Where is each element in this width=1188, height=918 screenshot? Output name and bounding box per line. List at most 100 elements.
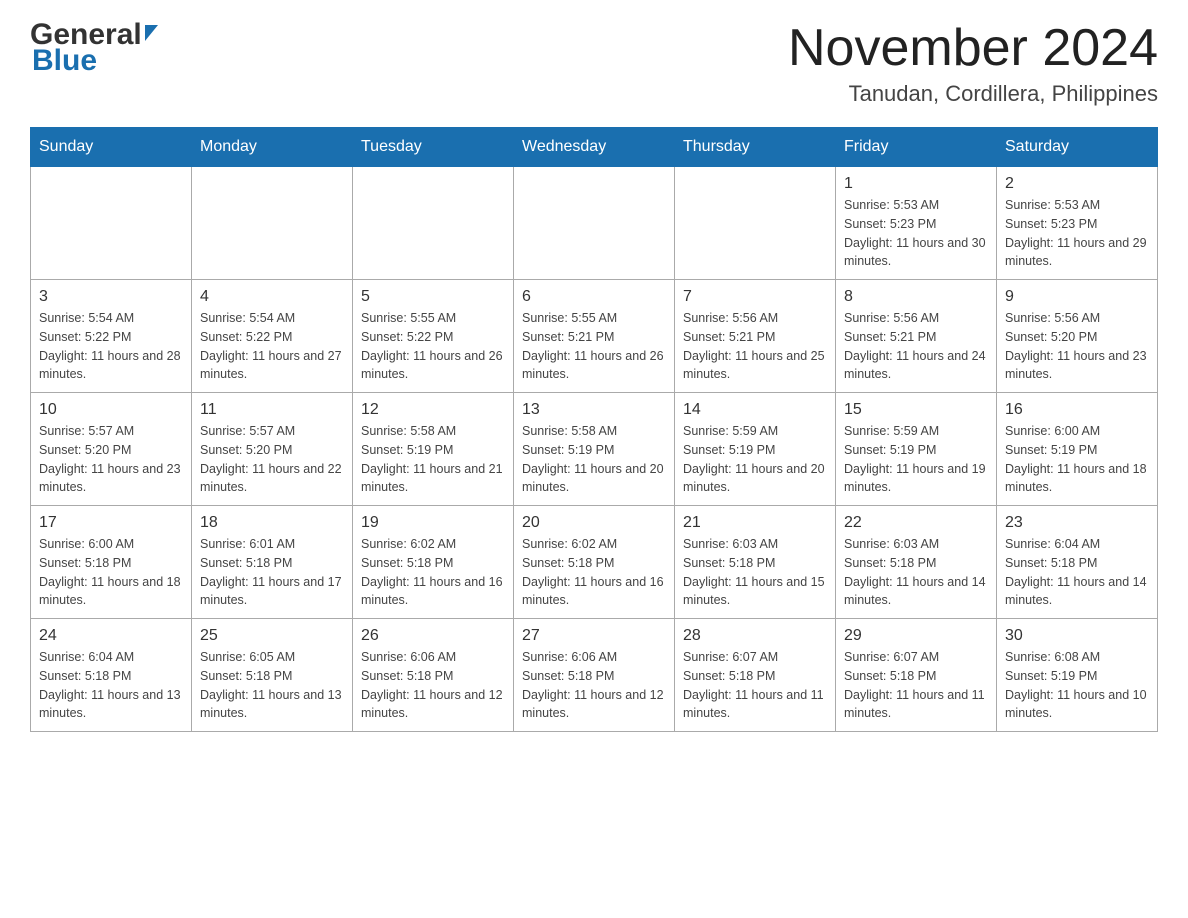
calendar-table: SundayMondayTuesdayWednesdayThursdayFrid… [30, 127, 1158, 732]
calendar-cell [31, 167, 192, 280]
day-info: Sunrise: 5:53 AMSunset: 5:23 PMDaylight:… [844, 196, 988, 271]
day-info: Sunrise: 6:00 AMSunset: 5:19 PMDaylight:… [1005, 422, 1149, 497]
logo-blue-text: Blue [32, 44, 97, 78]
day-info: Sunrise: 5:57 AMSunset: 5:20 PMDaylight:… [200, 422, 344, 497]
day-info: Sunrise: 5:58 AMSunset: 5:19 PMDaylight:… [522, 422, 666, 497]
page-header: General Blue November 2024 Tanudan, Cord… [30, 20, 1158, 107]
calendar-cell: 27 Sunrise: 6:06 AMSunset: 5:18 PMDayligh… [514, 619, 675, 732]
day-number: 26 [361, 627, 505, 645]
day-number: 10 [39, 401, 183, 419]
day-number: 6 [522, 288, 666, 306]
day-info: Sunrise: 5:54 AMSunset: 5:22 PMDaylight:… [200, 309, 344, 384]
calendar-cell: 8 Sunrise: 5:56 AMSunset: 5:21 PMDaylight… [836, 280, 997, 393]
calendar-cell: 18Sunrise: 6:01 AMSunset: 5:18 PMDayligh… [192, 506, 353, 619]
week-row-2: 3 Sunrise: 5:54 AMSunset: 5:22 PMDaylight… [31, 280, 1158, 393]
day-number: 2 [1005, 175, 1149, 193]
day-info: Sunrise: 5:53 AMSunset: 5:23 PMDaylight:… [1005, 196, 1149, 271]
day-number: 19 [361, 514, 505, 532]
day-info: Sunrise: 6:06 AMSunset: 5:18 PMDaylight:… [522, 648, 666, 723]
calendar-cell: 14 Sunrise: 5:59 AMSunset: 5:19 PMDayligh… [675, 393, 836, 506]
calendar-cell: 11 Sunrise: 5:57 AMSunset: 5:20 PMDayligh… [192, 393, 353, 506]
calendar-header-row: SundayMondayTuesdayWednesdayThursdayFrid… [31, 128, 1158, 167]
location-title: Tanudan, Cordillera, Philippines [788, 81, 1158, 107]
calendar-cell [675, 167, 836, 280]
calendar-cell: 20 Sunrise: 6:02 AMSunset: 5:18 PMDayligh… [514, 506, 675, 619]
week-row-1: 1 Sunrise: 5:53 AMSunset: 5:23 PMDaylight… [31, 167, 1158, 280]
day-info: Sunrise: 6:07 AMSunset: 5:18 PMDaylight:… [683, 648, 827, 723]
day-number: 4 [200, 288, 344, 306]
calendar-cell: 12 Sunrise: 5:58 AMSunset: 5:19 PMDayligh… [353, 393, 514, 506]
calendar-header-wednesday: Wednesday [514, 128, 675, 167]
calendar-header-saturday: Saturday [997, 128, 1158, 167]
calendar-cell: 26 Sunrise: 6:06 AMSunset: 5:18 PMDayligh… [353, 619, 514, 732]
day-info: Sunrise: 6:05 AMSunset: 5:18 PMDaylight:… [200, 648, 344, 723]
title-block: November 2024 Tanudan, Cordillera, Phili… [788, 20, 1158, 107]
day-number: 28 [683, 627, 827, 645]
day-number: 16 [1005, 401, 1149, 419]
day-number: 18 [200, 514, 344, 532]
calendar-header-monday: Monday [192, 128, 353, 167]
day-number: 23 [1005, 514, 1149, 532]
day-number: 29 [844, 627, 988, 645]
week-row-4: 17 Sunrise: 6:00 AMSunset: 5:18 PMDayligh… [31, 506, 1158, 619]
day-info: Sunrise: 6:02 AMSunset: 5:18 PMDaylight:… [361, 535, 505, 610]
calendar-cell: 6 Sunrise: 5:55 AMSunset: 5:21 PMDaylight… [514, 280, 675, 393]
day-number: 1 [844, 175, 988, 193]
day-info: Sunrise: 5:57 AMSunset: 5:20 PMDaylight:… [39, 422, 183, 497]
day-number: 12 [361, 401, 505, 419]
week-row-3: 10 Sunrise: 5:57 AMSunset: 5:20 PMDayligh… [31, 393, 1158, 506]
calendar-cell [514, 167, 675, 280]
day-info: Sunrise: 6:00 AMSunset: 5:18 PMDaylight:… [39, 535, 183, 610]
calendar-cell: 9Sunrise: 5:56 AMSunset: 5:20 PMDaylight… [997, 280, 1158, 393]
day-info: Sunrise: 5:58 AMSunset: 5:19 PMDaylight:… [361, 422, 505, 497]
day-info: Sunrise: 6:03 AMSunset: 5:18 PMDaylight:… [683, 535, 827, 610]
calendar-cell: 21 Sunrise: 6:03 AMSunset: 5:18 PMDayligh… [675, 506, 836, 619]
day-info: Sunrise: 5:56 AMSunset: 5:21 PMDaylight:… [844, 309, 988, 384]
day-info: Sunrise: 5:54 AMSunset: 5:22 PMDaylight:… [39, 309, 183, 384]
day-number: 17 [39, 514, 183, 532]
day-number: 13 [522, 401, 666, 419]
calendar-cell: 22 Sunrise: 6:03 AMSunset: 5:18 PMDayligh… [836, 506, 997, 619]
day-info: Sunrise: 6:08 AMSunset: 5:19 PMDaylight:… [1005, 648, 1149, 723]
day-info: Sunrise: 5:55 AMSunset: 5:22 PMDaylight:… [361, 309, 505, 384]
calendar-cell: 17 Sunrise: 6:00 AMSunset: 5:18 PMDayligh… [31, 506, 192, 619]
calendar-cell: 5Sunrise: 5:55 AMSunset: 5:22 PMDaylight… [353, 280, 514, 393]
day-number: 21 [683, 514, 827, 532]
week-row-5: 24Sunrise: 6:04 AMSunset: 5:18 PMDayligh… [31, 619, 1158, 732]
day-info: Sunrise: 6:03 AMSunset: 5:18 PMDaylight:… [844, 535, 988, 610]
day-info: Sunrise: 6:06 AMSunset: 5:18 PMDaylight:… [361, 648, 505, 723]
day-info: Sunrise: 6:07 AMSunset: 5:18 PMDaylight:… [844, 648, 988, 723]
calendar-cell: 19 Sunrise: 6:02 AMSunset: 5:18 PMDayligh… [353, 506, 514, 619]
day-info: Sunrise: 6:04 AMSunset: 5:18 PMDaylight:… [39, 648, 183, 723]
day-number: 30 [1005, 627, 1149, 645]
calendar-cell: 24Sunrise: 6:04 AMSunset: 5:18 PMDayligh… [31, 619, 192, 732]
calendar-cell: 2 Sunrise: 5:53 AMSunset: 5:23 PMDaylight… [997, 167, 1158, 280]
day-number: 3 [39, 288, 183, 306]
day-number: 14 [683, 401, 827, 419]
calendar-header-thursday: Thursday [675, 128, 836, 167]
calendar-cell: 3 Sunrise: 5:54 AMSunset: 5:22 PMDaylight… [31, 280, 192, 393]
calendar-header-friday: Friday [836, 128, 997, 167]
day-number: 27 [522, 627, 666, 645]
day-number: 22 [844, 514, 988, 532]
calendar-cell: 10 Sunrise: 5:57 AMSunset: 5:20 PMDayligh… [31, 393, 192, 506]
day-info: Sunrise: 6:02 AMSunset: 5:18 PMDaylight:… [522, 535, 666, 610]
calendar-cell: 30 Sunrise: 6:08 AMSunset: 5:19 PMDayligh… [997, 619, 1158, 732]
day-number: 25 [200, 627, 344, 645]
calendar-header-sunday: Sunday [31, 128, 192, 167]
calendar-cell: 28 Sunrise: 6:07 AMSunset: 5:18 PMDayligh… [675, 619, 836, 732]
day-info: Sunrise: 5:59 AMSunset: 5:19 PMDaylight:… [844, 422, 988, 497]
day-info: Sunrise: 5:59 AMSunset: 5:19 PMDaylight:… [683, 422, 827, 497]
calendar-cell: 7Sunrise: 5:56 AMSunset: 5:21 PMDaylight… [675, 280, 836, 393]
day-info: Sunrise: 6:04 AMSunset: 5:18 PMDaylight:… [1005, 535, 1149, 610]
calendar-cell: 1 Sunrise: 5:53 AMSunset: 5:23 PMDaylight… [836, 167, 997, 280]
day-number: 8 [844, 288, 988, 306]
month-title: November 2024 [788, 20, 1158, 77]
day-number: 11 [200, 401, 344, 419]
day-info: Sunrise: 5:55 AMSunset: 5:21 PMDaylight:… [522, 309, 666, 384]
day-number: 20 [522, 514, 666, 532]
calendar-cell: 16 Sunrise: 6:00 AMSunset: 5:19 PMDayligh… [997, 393, 1158, 506]
calendar-cell [192, 167, 353, 280]
day-info: Sunrise: 5:56 AMSunset: 5:21 PMDaylight:… [683, 309, 827, 384]
day-number: 15 [844, 401, 988, 419]
